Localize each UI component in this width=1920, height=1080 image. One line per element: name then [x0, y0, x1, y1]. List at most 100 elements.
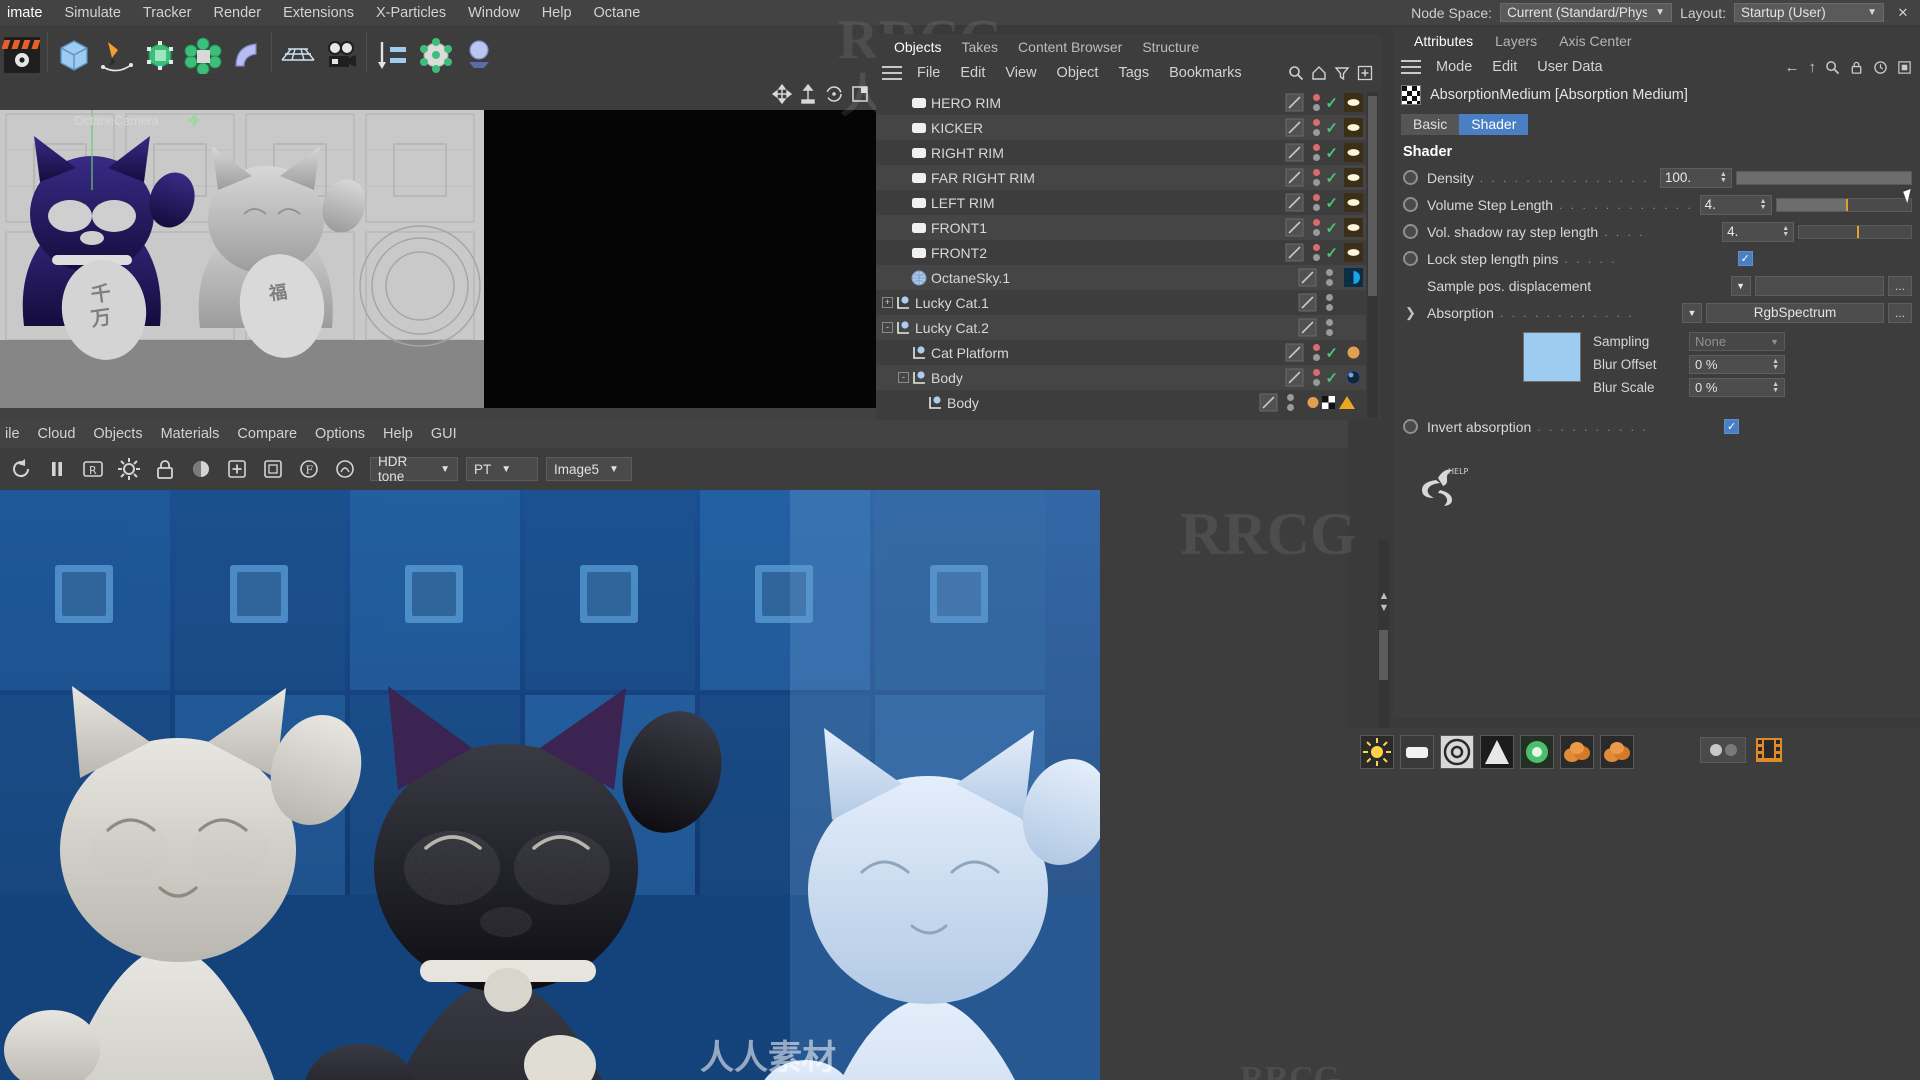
enabled-check-icon[interactable]: ✓ — [1325, 344, 1338, 362]
object-tag[interactable] — [1344, 143, 1363, 162]
volume-step-animate-dot[interactable] — [1403, 197, 1418, 212]
frame-icon[interactable] — [850, 84, 870, 104]
gradient-icon[interactable] — [1700, 737, 1746, 763]
enabled-check-icon[interactable]: ✓ — [1325, 194, 1338, 212]
tone-mapping-select[interactable]: HDR tone ▼ — [370, 454, 458, 484]
density-input[interactable]: 100. ▲ ▼ — [1659, 167, 1732, 188]
object-tag[interactable] — [1344, 368, 1363, 387]
enabled-check-icon[interactable]: ✓ — [1325, 219, 1338, 237]
close-window-button[interactable]: ✕ — [1892, 3, 1914, 22]
render-settings-icon[interactable] — [112, 452, 146, 486]
density-animate-dot[interactable] — [1403, 170, 1418, 185]
tab-attributes[interactable]: Attributes — [1403, 33, 1484, 49]
sample-pos-dropdown[interactable]: ▼ — [1730, 275, 1751, 296]
filmstrip-icon[interactable] — [1754, 735, 1784, 765]
object-row[interactable]: HERO RIM ✓ — [876, 90, 1366, 115]
menu-octane[interactable]: Octane — [583, 1, 652, 25]
absorption-color-swatch[interactable] — [1523, 332, 1581, 382]
enabled-check-icon[interactable]: ✓ — [1325, 169, 1338, 187]
visibility-dots[interactable] — [1324, 294, 1334, 311]
invert-animate-dot[interactable] — [1403, 419, 1418, 434]
objects-menu-object[interactable]: Object — [1048, 61, 1108, 85]
visibility-dots[interactable] — [1311, 194, 1321, 211]
visibility-dots[interactable] — [1311, 94, 1321, 111]
material-target[interactable] — [1440, 735, 1474, 769]
object-row[interactable]: Cat Platform ✓ — [876, 340, 1366, 365]
add-icon[interactable] — [220, 452, 254, 486]
menu-extensions[interactable]: Extensions — [272, 1, 365, 25]
clock-icon[interactable] — [1873, 60, 1888, 75]
tab-structure[interactable]: Structure — [1132, 39, 1209, 55]
material-cone[interactable] — [1480, 735, 1514, 769]
visibility-dots[interactable] — [1285, 394, 1295, 411]
search-icon[interactable] — [1288, 65, 1304, 81]
enabled-check-icon[interactable]: ✓ — [1325, 369, 1338, 387]
segment-shader[interactable]: Shader — [1459, 113, 1529, 135]
visibility-toggle[interactable] — [1285, 243, 1304, 262]
visibility-toggle[interactable] — [1298, 268, 1317, 287]
add-icon[interactable] — [1357, 65, 1373, 81]
absorption-dropdown[interactable]: ▼ — [1681, 302, 1702, 323]
image-select[interactable]: Image5 ▼ — [546, 457, 632, 481]
hamburger-icon[interactable] — [882, 66, 902, 80]
generator-icon[interactable] — [138, 33, 181, 76]
scale-icon[interactable] — [798, 84, 818, 104]
lock-icon[interactable] — [1849, 60, 1864, 75]
menu-simulate[interactable]: Simulate — [53, 1, 131, 25]
spinner-icon[interactable]: ▲ ▼ — [1772, 381, 1779, 394]
region-render-icon[interactable]: R — [76, 452, 110, 486]
spinner-icon[interactable]: ▲ ▼ — [1782, 225, 1789, 238]
volume-step-input[interactable]: 4. ▲ ▼ — [1699, 194, 1772, 215]
octane-help-logo[interactable]: HELP — [1416, 462, 1476, 510]
light-icon[interactable] — [457, 33, 500, 76]
object-row[interactable]: LEFT RIM ✓ — [876, 190, 1366, 215]
visibility-dots[interactable] — [1311, 219, 1321, 236]
object-row[interactable]: FAR RIGHT RIM ✓ — [876, 165, 1366, 190]
visibility-dots[interactable] — [1311, 119, 1321, 136]
lock-pins-animate-dot[interactable] — [1403, 251, 1418, 266]
sphere-preview-icon[interactable] — [184, 452, 218, 486]
enabled-check-icon[interactable]: ✓ — [1325, 244, 1338, 262]
attributes-menu-user-data[interactable]: User Data — [1528, 55, 1611, 79]
object-row[interactable]: FRONT1 ✓ — [876, 215, 1366, 240]
render-scroll-arrows[interactable]: ▲ ▼ — [1378, 590, 1390, 660]
segment-basic[interactable]: Basic — [1401, 113, 1460, 135]
visibility-toggle[interactable] — [1298, 318, 1317, 337]
refresh-icon[interactable] — [4, 452, 38, 486]
floor-environment-icon[interactable] — [276, 33, 319, 76]
absorption-shader-field[interactable]: RgbSpectrum — [1705, 302, 1884, 323]
rotate-icon[interactable] — [824, 84, 844, 104]
menu-window[interactable]: Window — [457, 1, 531, 25]
visibility-toggle[interactable] — [1285, 168, 1304, 187]
attributes-menu-mode[interactable]: Mode — [1427, 55, 1481, 79]
object-tag[interactable] — [1344, 118, 1363, 137]
object-tag[interactable] — [1344, 343, 1363, 362]
object-row[interactable]: KICKER ✓ — [876, 115, 1366, 140]
object-tag[interactable] — [1344, 268, 1363, 287]
object-tag[interactable] — [1344, 93, 1363, 112]
object-tag[interactable] — [1344, 168, 1363, 187]
tab-takes[interactable]: Takes — [951, 39, 1008, 55]
viewport-black-view[interactable] — [484, 110, 876, 408]
spinner-icon[interactable]: ▲ ▼ — [1772, 358, 1779, 371]
node-space-select[interactable]: Current (Standard/Physical) ▼ — [1500, 3, 1673, 22]
visibility-toggle[interactable] — [1285, 118, 1304, 137]
object-tag[interactable] — [1344, 218, 1363, 237]
pv-menu-help[interactable]: Help — [374, 422, 422, 446]
render-image-preview[interactable]: 千 万 — [0, 490, 1348, 1080]
enabled-check-icon[interactable]: ✓ — [1325, 94, 1338, 112]
objects-menu-file[interactable]: File — [908, 61, 949, 85]
object-row[interactable]: RIGHT RIM ✓ — [876, 140, 1366, 165]
object-row[interactable]: Body — [876, 390, 1366, 415]
absorption-more-button[interactable]: ... — [1888, 302, 1912, 323]
spinner-icon[interactable]: ▲ ▼ — [1760, 198, 1767, 211]
objects-menu-edit[interactable]: Edit — [951, 61, 994, 85]
object-row[interactable]: FRONT2 ✓ — [876, 240, 1366, 265]
menu-help[interactable]: Help — [531, 1, 583, 25]
objects-menu-tags[interactable]: Tags — [1109, 61, 1158, 85]
enabled-check-icon[interactable]: ✓ — [1325, 119, 1338, 137]
copy-icon[interactable] — [256, 452, 290, 486]
menu-tracker[interactable]: Tracker — [132, 1, 203, 25]
tab-axis-center[interactable]: Axis Center — [1548, 33, 1642, 49]
pv-menu-compare[interactable]: Compare — [228, 422, 306, 446]
